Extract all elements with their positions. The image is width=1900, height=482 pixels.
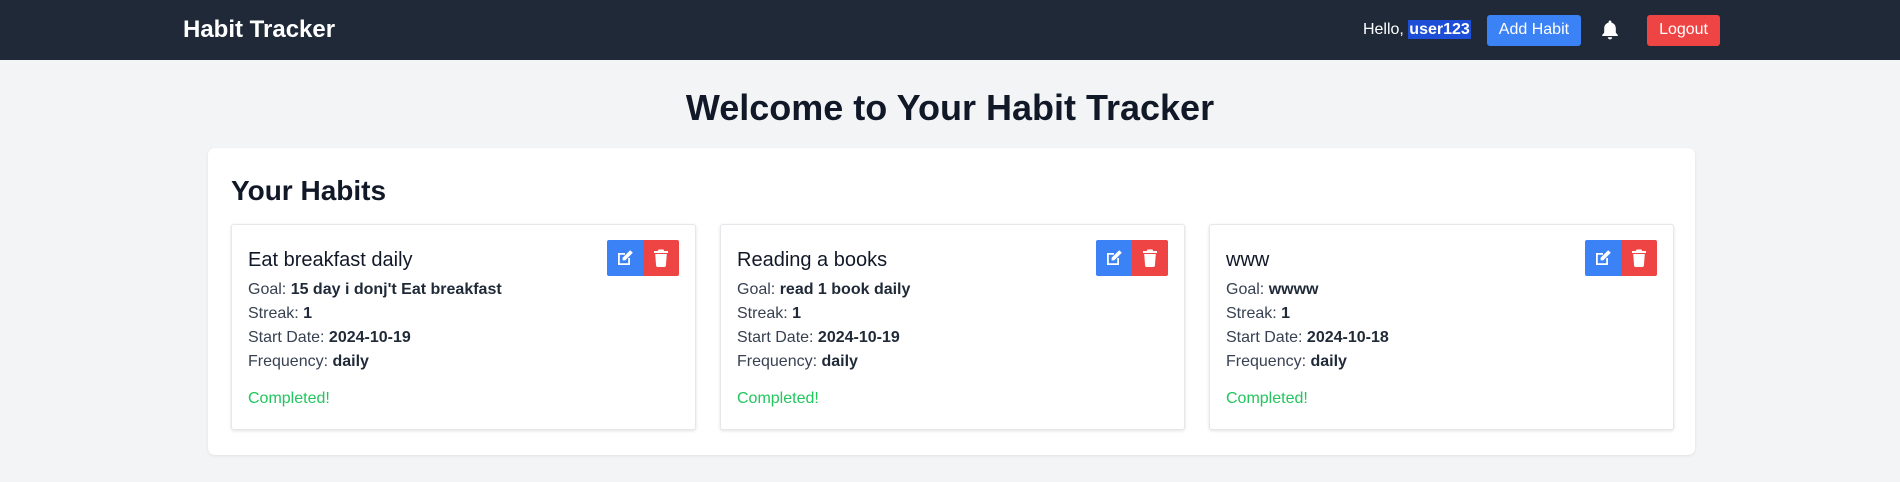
frequency-label: Frequency: xyxy=(737,353,822,370)
start-date-label: Start Date: xyxy=(248,329,329,346)
delete-button[interactable] xyxy=(643,240,679,276)
greeting: Hello, user123 xyxy=(1362,20,1471,39)
top-navbar: Habit Tracker Hello, user123 Add Habit L… xyxy=(0,0,1900,60)
goal-value: read 1 book daily xyxy=(779,281,911,298)
frequency-label: Frequency: xyxy=(1226,353,1311,370)
username: user123 xyxy=(1408,20,1471,39)
habit-status: Completed! xyxy=(1226,390,1308,407)
habits-panel: Your Habits Eat breakfast daily Goal: 15… xyxy=(208,148,1695,455)
habit-streak: Streak: 1 xyxy=(1226,302,1657,326)
nav-right: Hello, user123 Add Habit Logout xyxy=(1362,14,1720,46)
edit-icon xyxy=(1107,250,1122,265)
start-date-value: 2024-10-18 xyxy=(1306,329,1389,346)
habit-frequency: Frequency: daily xyxy=(248,350,679,374)
habit-card-list: Eat breakfast daily Goal: 15 day i donj'… xyxy=(231,224,1674,430)
habit-actions xyxy=(1096,240,1168,276)
habit-goal: Goal: 15 day i donj't Eat breakfast xyxy=(248,278,679,302)
trash-icon xyxy=(1143,249,1157,267)
habit-goal: Goal: wwww xyxy=(1226,278,1657,302)
edit-icon xyxy=(618,250,633,265)
page-title: Welcome to Your Habit Tracker xyxy=(685,87,1215,128)
streak-value: 1 xyxy=(1281,305,1291,322)
goal-value: wwww xyxy=(1268,281,1319,298)
trash-icon xyxy=(1632,249,1646,267)
goal-label: Goal: xyxy=(248,281,291,298)
bell-icon[interactable] xyxy=(1599,18,1621,42)
habit-actions xyxy=(1585,240,1657,276)
edit-button[interactable] xyxy=(607,240,643,276)
habit-goal: Goal: read 1 book daily xyxy=(737,278,1168,302)
habit-status: Completed! xyxy=(248,390,330,407)
frequency-value: daily xyxy=(1310,353,1347,370)
streak-label: Streak: xyxy=(737,305,793,322)
habit-start-date: Start Date: 2024-10-18 xyxy=(1226,326,1657,350)
habit-status: Completed! xyxy=(737,390,819,407)
habit-frequency: Frequency: daily xyxy=(737,350,1168,374)
start-date-value: 2024-10-19 xyxy=(328,329,411,346)
habit-card: Eat breakfast daily Goal: 15 day i donj'… xyxy=(231,224,696,430)
edit-icon xyxy=(1596,250,1611,265)
habit-actions xyxy=(607,240,679,276)
greeting-prefix: Hello, xyxy=(1362,21,1409,38)
frequency-value: daily xyxy=(332,353,369,370)
streak-value: 1 xyxy=(792,305,802,322)
habit-start-date: Start Date: 2024-10-19 xyxy=(248,326,679,350)
habit-start-date: Start Date: 2024-10-19 xyxy=(737,326,1168,350)
habit-streak: Streak: 1 xyxy=(737,302,1168,326)
trash-icon xyxy=(654,249,668,267)
edit-button[interactable] xyxy=(1096,240,1132,276)
start-date-value: 2024-10-19 xyxy=(817,329,900,346)
streak-value: 1 xyxy=(303,305,313,322)
habits-section-title: Your Habits xyxy=(231,175,387,206)
frequency-value: daily xyxy=(821,353,858,370)
streak-label: Streak: xyxy=(1226,305,1282,322)
habit-card: Reading a books Goal: read 1 book daily … xyxy=(720,224,1185,430)
edit-button[interactable] xyxy=(1585,240,1621,276)
streak-label: Streak: xyxy=(248,305,304,322)
habit-frequency: Frequency: daily xyxy=(1226,350,1657,374)
goal-label: Goal: xyxy=(1226,281,1269,298)
logout-button[interactable]: Logout xyxy=(1647,14,1720,46)
app-title[interactable]: Habit Tracker xyxy=(183,16,335,44)
goal-value: 15 day i donj't Eat breakfast xyxy=(290,281,502,298)
frequency-label: Frequency: xyxy=(248,353,333,370)
habit-card: www Goal: wwww Streak: 1 Start Date: 202… xyxy=(1209,224,1674,430)
delete-button[interactable] xyxy=(1132,240,1168,276)
start-date-label: Start Date: xyxy=(737,329,818,346)
goal-label: Goal: xyxy=(737,281,780,298)
start-date-label: Start Date: xyxy=(1226,329,1307,346)
habit-streak: Streak: 1 xyxy=(248,302,679,326)
add-habit-button[interactable]: Add Habit xyxy=(1486,14,1582,46)
delete-button[interactable] xyxy=(1621,240,1657,276)
